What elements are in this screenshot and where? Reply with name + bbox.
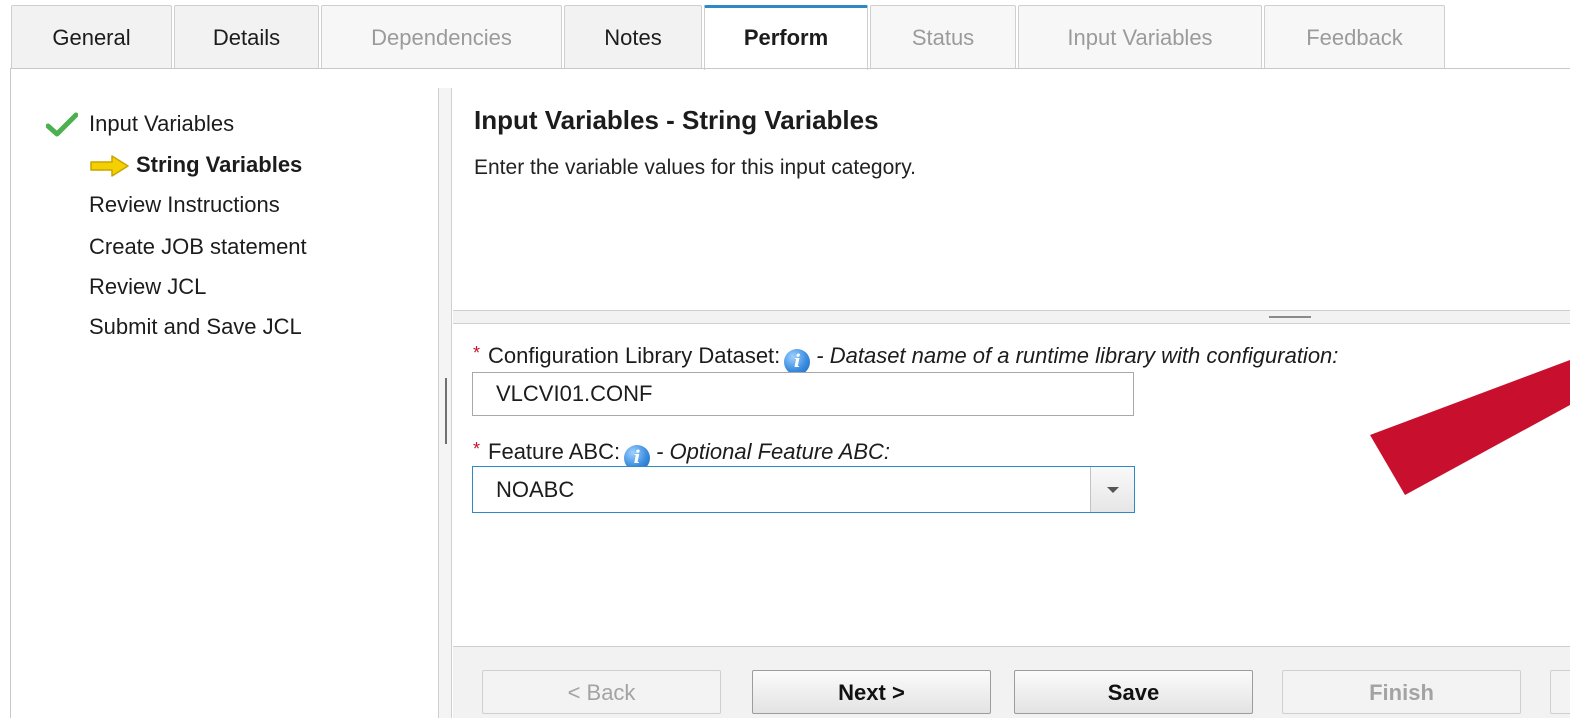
tab-notes[interactable]: Notes [564,5,702,68]
cancel-button[interactable] [1550,670,1570,714]
required-marker: * [473,439,481,459]
tab-feedback: Feedback [1264,5,1445,68]
config-library-description: - Dataset name of a runtime library with… [816,343,1339,368]
tab-divider [10,68,1570,69]
step-string-variables[interactable]: String Variables [136,151,302,179]
next-button[interactable]: Next > [752,670,991,714]
splitter-grip-horizontal[interactable] [1269,316,1311,318]
step-create-job-statement[interactable]: Create JOB statement [89,233,307,261]
config-library-label-text: Configuration Library Dataset: [488,343,781,368]
tab-details[interactable]: Details [174,5,319,68]
feature-abc-combobox[interactable] [472,466,1135,513]
step-review-instructions[interactable]: Review Instructions [89,191,280,219]
feature-abc-description: - Optional Feature ABC: [656,439,891,464]
annotation-arrow-icon [1370,360,1570,495]
tab-bar: General Details Dependencies Notes Perfo… [0,0,1570,70]
back-button: < Back [482,670,721,714]
feature-abc-input[interactable] [473,467,1090,512]
page-subtitle: Enter the variable values for this input… [474,156,917,179]
step-input-variables[interactable]: Input Variables [89,110,234,138]
config-library-input[interactable] [472,372,1134,416]
check-icon [46,112,78,137]
tab-general[interactable]: General [11,5,172,68]
required-marker: * [473,343,481,363]
splitter-grip[interactable] [445,378,447,444]
arrow-right-icon [90,155,129,177]
page-title: Input Variables - String Variables [474,105,879,135]
step-submit-and-save-jcl[interactable]: Submit and Save JCL [89,313,302,341]
tab-dependencies: Dependencies [321,5,562,68]
tab-perform[interactable]: Perform [704,5,868,70]
finish-button: Finish [1282,670,1521,714]
chevron-down-icon [1107,487,1119,493]
save-button[interactable]: Save [1014,670,1253,714]
config-library-label: * Configuration Library Dataset: i - Datase… [473,343,1338,375]
tab-status: Status [870,5,1016,68]
step-review-jcl[interactable]: Review JCL [89,273,206,301]
tab-input-variables: Input Variables [1018,5,1262,68]
feature-abc-label-text: Feature ABC: [488,439,621,464]
feature-abc-dropdown-button[interactable] [1090,467,1134,512]
